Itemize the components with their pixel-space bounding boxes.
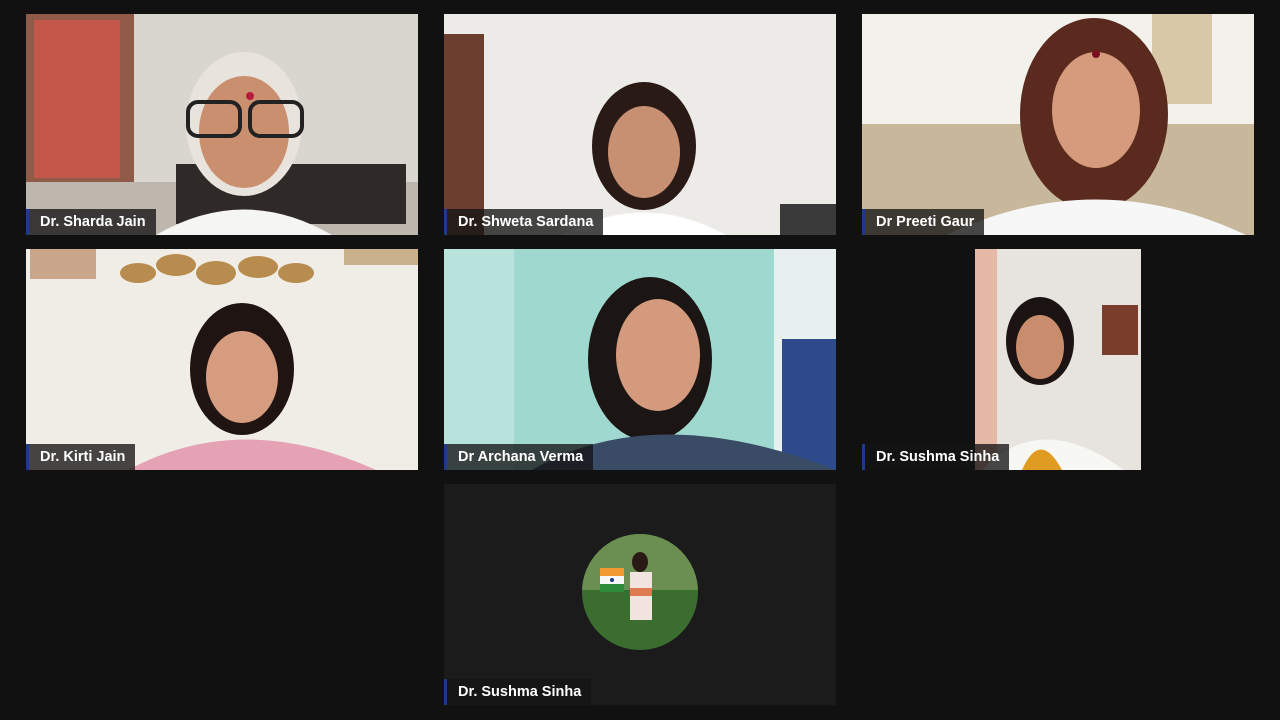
participant-name: Dr. Sushma Sinha [444, 679, 592, 705]
participant-tile[interactable]: Dr. Shweta Sardana [444, 14, 836, 235]
participant-name: Dr. Sharda Jain [26, 209, 156, 235]
profile-avatar [582, 534, 698, 650]
participant-video [26, 249, 418, 470]
participant-video [444, 249, 836, 470]
participant-video [444, 14, 836, 235]
participant-tile[interactable]: Dr. Sushma Sinha [862, 249, 1254, 470]
participant-tile[interactable]: Dr. Kirti Jain [26, 249, 418, 470]
avatar-with-indian-flag-icon [582, 534, 698, 650]
participant-tile[interactable]: Dr. Sharda Jain [26, 14, 418, 235]
participant-tile[interactable]: Dr Preeti Gaur [862, 14, 1254, 235]
participant-video [862, 14, 1254, 235]
participant-video [862, 249, 1254, 470]
participant-video [26, 14, 418, 235]
participant-name: Dr. Shweta Sardana [444, 209, 604, 235]
video-conference-grid: Dr. Sharda Jain Dr. Shweta Sardana Dr Pr… [0, 0, 1280, 720]
participant-tile-camera-off[interactable]: Dr. Sushma Sinha [444, 484, 836, 705]
participant-name: Dr. Sushma Sinha [862, 444, 1010, 470]
participant-name: Dr Preeti Gaur [862, 209, 985, 235]
participant-name: Dr Archana Verma [444, 444, 594, 470]
participant-name: Dr. Kirti Jain [26, 444, 136, 470]
participant-tile[interactable]: Dr Archana Verma [444, 249, 836, 470]
